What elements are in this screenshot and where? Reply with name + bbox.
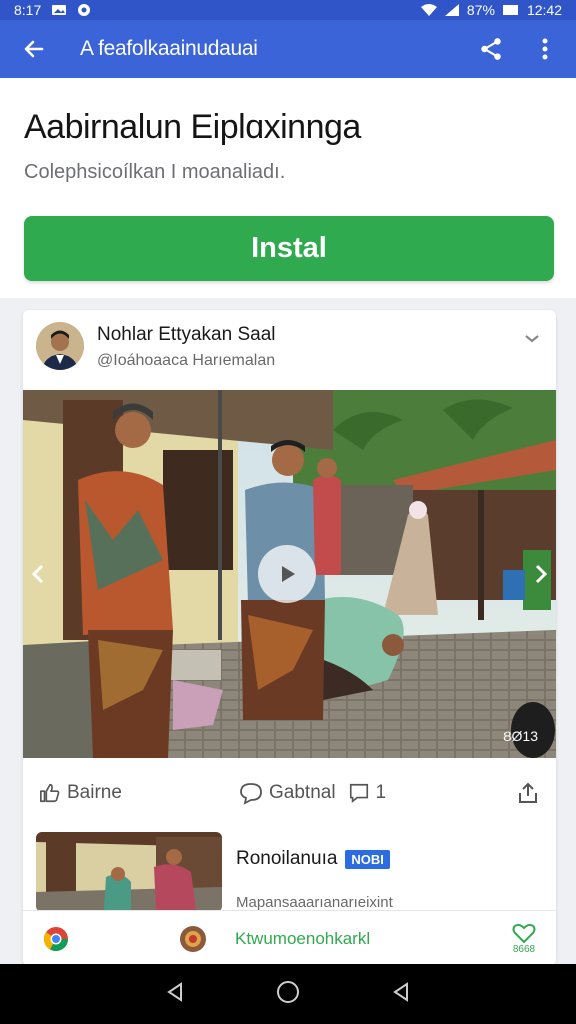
avatar[interactable] [36, 322, 84, 370]
play-icon [282, 566, 295, 582]
more-vert-icon [542, 38, 548, 60]
circle-home-icon [276, 980, 299, 1003]
media-prev-button[interactable] [27, 560, 49, 588]
favorite-button[interactable]: 8668 [512, 922, 536, 955]
system-back-button[interactable] [164, 981, 186, 1008]
app-bar-title: A feafolkaainudauai [80, 37, 258, 60]
post-options-button[interactable] [520, 328, 544, 348]
comment-label: Gabtnal [269, 782, 336, 803]
app-header: Aabirnalun Eiplɑxinnga Colephsicoílkan I… [0, 78, 576, 298]
signal-icon [444, 4, 459, 16]
chevron-right-icon [535, 564, 548, 584]
wifi-icon [420, 4, 437, 16]
related-thumbnail-image [36, 832, 222, 912]
arrow-back-icon [24, 40, 44, 58]
image-notification-icon [52, 5, 67, 15]
comment-count-icon [349, 783, 368, 803]
battery-percent: 87% [466, 2, 495, 18]
video-watermark: ȢØ13 [503, 728, 538, 744]
post-card: Nohlar Ettyakan Saal @Ioáhoaaca Harıemal… [23, 310, 556, 966]
status-bar: 8:17 87% 12:42 [0, 0, 576, 20]
media-next-button[interactable] [530, 560, 552, 588]
post-share-button[interactable] [516, 781, 540, 805]
page-title: Aabirnalun Eiplɑxinnga [24, 108, 361, 146]
status-time-right: 12:42 [526, 2, 562, 18]
overflow-menu-button[interactable] [530, 34, 560, 64]
card-bottom-bar: Ktwumoenohkarkl 8668 [23, 910, 556, 966]
install-button[interactable]: Instal [24, 216, 554, 281]
system-recents-button[interactable] [390, 981, 412, 1008]
related-video-thumbnail[interactable] [36, 832, 222, 912]
upload-share-icon [519, 782, 537, 803]
related-subtitle: Mapansaaarıanarıeixint [236, 894, 393, 911]
triangle-recents-icon [392, 981, 408, 1002]
post-handle: @Ioáhoaaca Harıemalan [97, 352, 276, 369]
play-button[interactable] [258, 545, 316, 603]
comment-icon [240, 783, 262, 805]
avatar-image [36, 322, 84, 370]
like-label: Bairne [67, 782, 122, 803]
status-time-left: 8:17 [14, 2, 42, 18]
battery-icon [502, 5, 518, 15]
bottom-link[interactable]: Ktwumoenohkarkl [235, 929, 370, 949]
like-button[interactable]: Bairne [39, 782, 239, 804]
app-bar: A feafolkaainudauai [0, 20, 576, 78]
thumb-up-icon [40, 783, 60, 803]
comment-count: 1 [375, 782, 387, 803]
heart-icon [512, 923, 536, 944]
share-button[interactable] [476, 34, 506, 64]
favorite-count: 8668 [512, 944, 536, 955]
back-button[interactable] [16, 31, 52, 67]
record-notification-icon [78, 4, 91, 16]
chrome-icon[interactable] [43, 926, 69, 952]
triangle-back-icon [167, 981, 183, 1002]
related-title[interactable]: Ronoilanuıa NOBI [236, 848, 390, 870]
system-navigation-bar [0, 964, 576, 1024]
page-subtitle: Colephsicoílkan I moanaliadı. [24, 161, 286, 183]
comment-button[interactable]: Gabtnal 1 [239, 781, 386, 805]
post-author[interactable]: Nohlar Ettyakan Saal [97, 324, 276, 346]
related-title-text: Ronoilanuıa [236, 848, 338, 869]
system-home-button[interactable] [275, 979, 301, 1010]
post-video[interactable]: ȢØ13 [23, 390, 556, 758]
app-logo-icon[interactable] [179, 925, 207, 953]
chevron-down-icon [525, 335, 539, 343]
chevron-left-icon [31, 564, 44, 584]
share-icon [481, 38, 501, 60]
new-badge: NOBI [345, 849, 390, 869]
post-actions: Bairne Gabtnal 1 [23, 778, 556, 808]
